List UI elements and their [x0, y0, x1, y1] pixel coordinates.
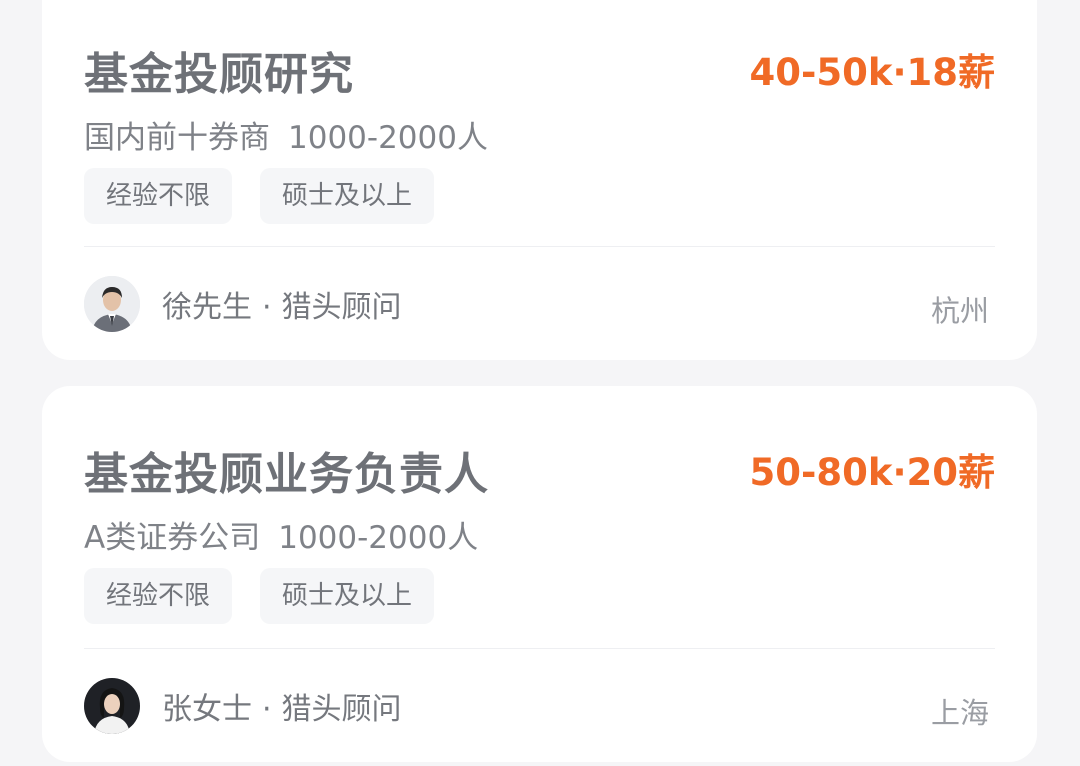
job-city: 上海 — [930, 696, 989, 730]
avatar-female-icon[interactable] — [84, 678, 140, 734]
recruiter-name: 徐先生 — [162, 290, 252, 325]
job-city: 杭州 — [930, 294, 989, 328]
company-size: 1000-2000人 — [278, 520, 479, 556]
job-card[interactable]: 基金投顾业务负责人 50-80k·20薪 A类证券公司 1000-2000人 经验… — [42, 386, 1037, 762]
company-name: 国内前十券商 — [84, 120, 270, 156]
job-title: 基金投顾研究 — [84, 49, 354, 100]
recruiter-role: 猎头顾问 — [281, 290, 402, 325]
divider — [84, 246, 995, 247]
separator: · — [262, 692, 272, 727]
job-title: 基金投顾业务负责人 — [84, 449, 489, 500]
tag-list: 经验不限 硕士及以上 — [84, 168, 435, 224]
tag-education: 硕士及以上 — [260, 168, 435, 224]
job-list: 基金投顾研究 40-50k·18薪 国内前十券商 1000-2000人 经验不限 … — [0, 0, 1080, 766]
company-info: A类证券公司 1000-2000人 — [84, 512, 478, 557]
avatar-male-icon[interactable] — [84, 276, 140, 332]
recruiter-role: 猎头顾问 — [281, 692, 402, 727]
company-info: 国内前十券商 1000-2000人 — [84, 112, 488, 157]
recruiter-label: 徐先生 · 猎头顾问 — [162, 282, 402, 326]
tag-education: 硕士及以上 — [260, 568, 435, 624]
recruiter[interactable]: 张女士 · 猎头顾问 — [84, 678, 402, 734]
salary: 40-50k·18薪 — [749, 51, 996, 94]
separator: · — [262, 290, 272, 325]
recruiter[interactable]: 徐先生 · 猎头顾问 — [84, 276, 402, 332]
tag-list: 经验不限 硕士及以上 — [84, 568, 435, 624]
job-card[interactable]: 基金投顾研究 40-50k·18薪 国内前十券商 1000-2000人 经验不限 … — [42, 0, 1037, 360]
tag-experience: 经验不限 — [84, 568, 233, 624]
salary: 50-80k·20薪 — [749, 451, 996, 494]
company-size: 1000-2000人 — [288, 120, 488, 156]
tag-experience: 经验不限 — [84, 168, 233, 224]
recruiter-label: 张女士 · 猎头顾问 — [162, 684, 402, 728]
company-name: A类证券公司 — [84, 520, 261, 556]
recruiter-name: 张女士 — [162, 692, 252, 727]
divider — [84, 648, 995, 649]
